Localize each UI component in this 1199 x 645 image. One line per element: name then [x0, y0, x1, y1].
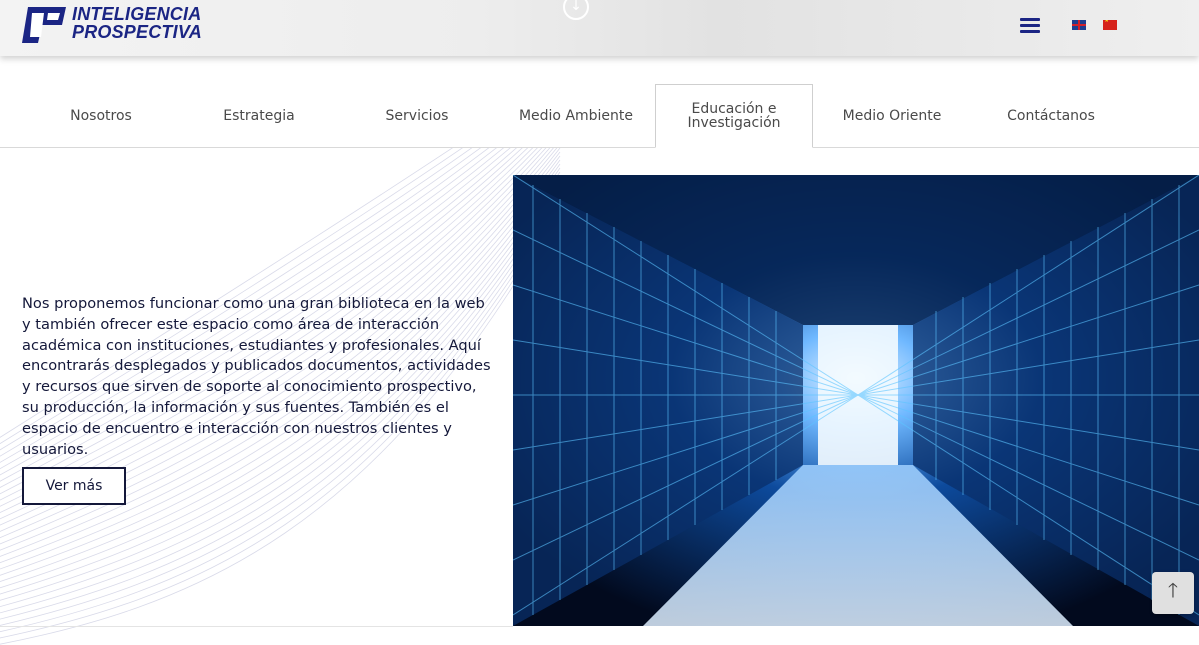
tab-servicios[interactable]: Servicios [338, 84, 496, 148]
tab-label: Medio Ambiente [518, 108, 634, 124]
tab-contactanos[interactable]: Contáctanos [972, 84, 1130, 148]
tab-content: Nos proponemos funcionar como una gran b… [0, 148, 1199, 645]
tab-nosotros[interactable]: Nosotros [22, 84, 180, 148]
english-flag-icon[interactable] [1072, 20, 1086, 30]
section-description: Nos proponemos funcionar como una gran b… [22, 295, 491, 458]
logo-line-2: PROSPECTIVA [72, 22, 202, 42]
tab-medio-ambiente[interactable]: Medio Ambiente [497, 84, 655, 148]
chinese-flag-icon[interactable] [1103, 20, 1117, 30]
content-divider [0, 626, 513, 627]
tab-label: Servicios [385, 108, 449, 124]
site-logo[interactable]: INTELIGENCIA PROSPECTIVA [22, 5, 202, 43]
tab-label: Educación e Investigación [687, 101, 781, 131]
logo-text: INTELIGENCIA PROSPECTIVA [72, 5, 202, 41]
section-tabs: Nosotros Estrategia Servicios Medio Ambi… [0, 84, 1199, 148]
tab-label: Contáctanos [1007, 108, 1095, 124]
logo-line-1: INTELIGENCIA [72, 4, 202, 24]
arrow-up-icon[interactable]: 🡑 [1152, 572, 1194, 614]
tab-label: Nosotros [70, 108, 132, 124]
ver-mas-button[interactable]: Ver más [22, 467, 126, 505]
tab-label: Medio Oriente [842, 108, 942, 124]
tab-estrategia[interactable]: Estrategia [180, 84, 338, 148]
tab-medio-oriente[interactable]: Medio Oriente [813, 84, 971, 148]
data-center-image [513, 175, 1199, 626]
arrow-down-circle-icon[interactable]: ↓ [563, 0, 589, 20]
hamburger-menu-icon[interactable] [1020, 18, 1040, 34]
tab-label: Estrategia [223, 108, 295, 124]
tab-educacion-investigacion[interactable]: Educación e Investigación [655, 84, 813, 148]
logo-mark-icon [22, 7, 66, 43]
site-header: INTELIGENCIA PROSPECTIVA ↓ [0, 0, 1199, 56]
